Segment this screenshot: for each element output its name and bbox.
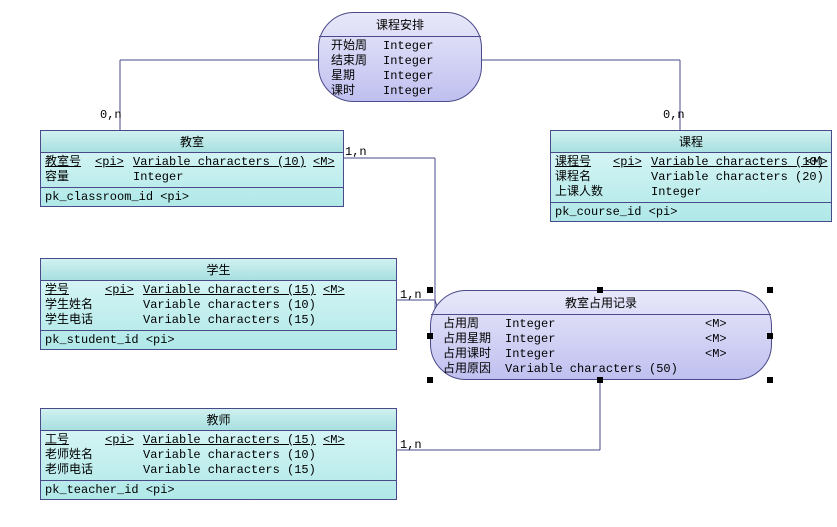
cardinality-label: 1,n: [400, 288, 422, 302]
entity-title: 教师: [41, 409, 396, 431]
entity-title: 教室: [41, 131, 343, 153]
relationship-body: 开始周Integer 结束周Integer 星期Integer 课时Intege…: [319, 37, 481, 101]
cardinality-label: 1,n: [400, 438, 422, 452]
relationship-title: 教室占用记录: [431, 291, 771, 315]
diagram-canvas: { "relationship1": { "title": "课程安排", "r…: [0, 0, 837, 527]
entity-pk: pk_teacher_id <pi>: [41, 480, 396, 499]
cardinality-label: 0,n: [100, 108, 122, 122]
selection-handle[interactable]: [767, 333, 773, 339]
entity-teacher: 教师 工号<pi>Variable characters (15)<M> 老师姓…: [40, 408, 397, 500]
entity-pk: pk_student_id <pi>: [41, 330, 396, 349]
entity-title: 课程: [551, 131, 831, 153]
selection-handle[interactable]: [427, 377, 433, 383]
entity-title: 学生: [41, 259, 396, 281]
cardinality-label: 0,n: [663, 108, 685, 122]
selection-handle[interactable]: [427, 333, 433, 339]
relationship-title: 课程安排: [319, 13, 481, 37]
entity-student: 学生 学号<pi>Variable characters (15)<M> 学生姓…: [40, 258, 397, 350]
selection-handle[interactable]: [427, 287, 433, 293]
relationship-course-schedule: 课程安排 开始周Integer 结束周Integer 星期Integer 课时I…: [318, 12, 482, 102]
selection-handle[interactable]: [597, 287, 603, 293]
selection-handle[interactable]: [767, 287, 773, 293]
entity-pk: pk_course_id <pi>: [551, 202, 831, 221]
selection-handle[interactable]: [597, 377, 603, 383]
relationship-classroom-usage[interactable]: 教室占用记录 占用周Integer<M> 占用星期Integer<M> 占用课时…: [430, 290, 772, 380]
entity-course: 课程 课程号<pi>Variable characters (10)<M> 课程…: [550, 130, 832, 222]
entity-pk: pk_classroom_id <pi>: [41, 187, 343, 206]
cardinality-label: 1,n: [345, 145, 367, 159]
selection-handle[interactable]: [767, 377, 773, 383]
entity-classroom: 教室 教室号<pi>Variable characters (10)<M> 容量…: [40, 130, 344, 207]
